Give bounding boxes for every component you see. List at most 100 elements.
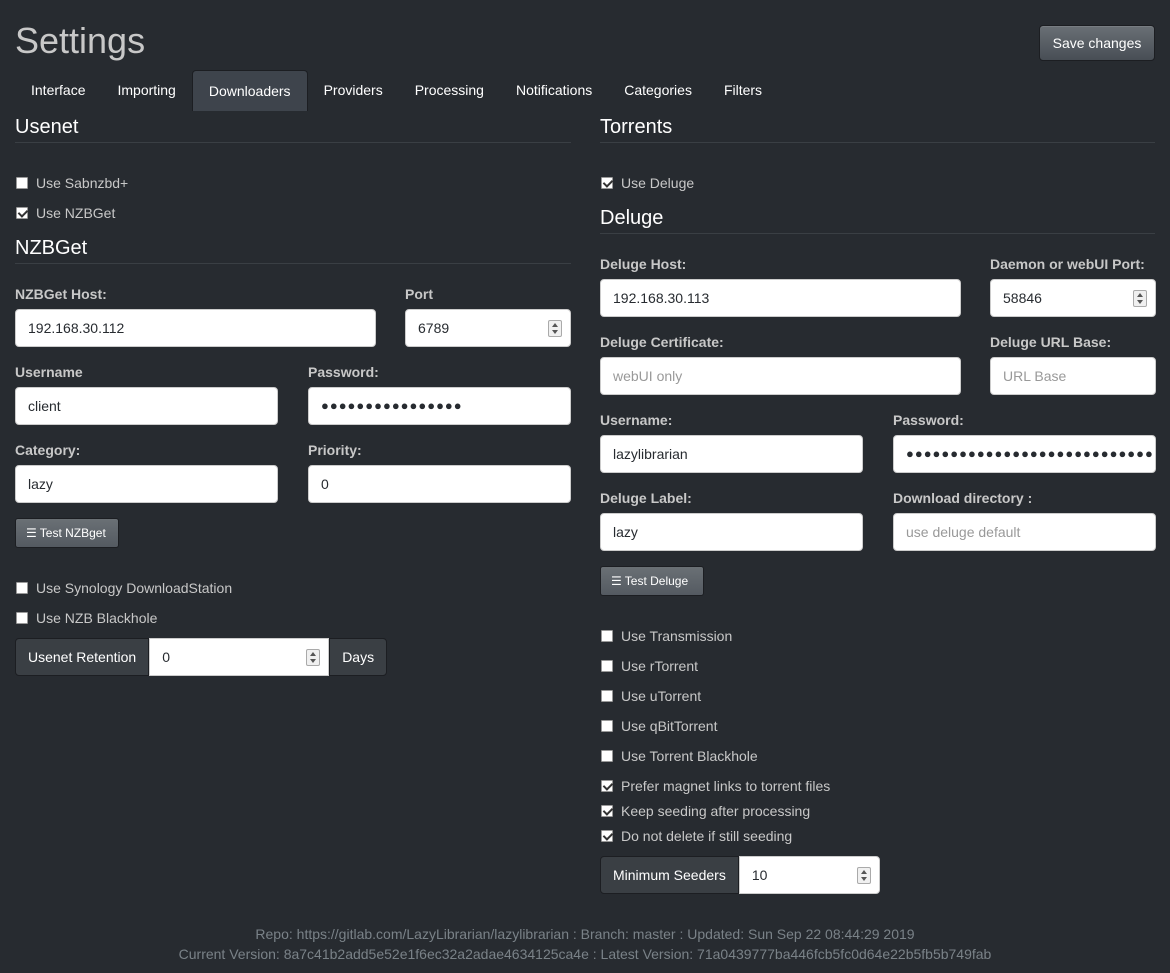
- use-utorrent-label: Use uTorrent: [621, 688, 702, 704]
- tab-notifications[interactable]: Notifications: [500, 70, 608, 111]
- use-deluge-checkbox[interactable]: [601, 177, 613, 189]
- nzbget-password-input[interactable]: ●●●●●●●●●●●●●●●●: [308, 387, 571, 425]
- usenet-retention-label: Usenet Retention: [15, 638, 150, 676]
- nzbget-divider: [15, 263, 571, 264]
- tab-providers[interactable]: Providers: [308, 70, 399, 111]
- list-icon: ☰: [611, 574, 622, 588]
- retention-unit: Days: [329, 638, 388, 676]
- use-utorrent-checkbox[interactable]: [601, 690, 613, 702]
- deluge-port-input[interactable]: 58846: [990, 279, 1156, 317]
- deluge-heading: Deluge: [600, 207, 664, 229]
- keep-seeding-row: Keep seeding after processing: [601, 803, 810, 819]
- use-rtorrent-row: Use rTorrent: [601, 658, 698, 674]
- deluge-divider: [600, 233, 1155, 234]
- usenet-retention-input[interactable]: 0: [149, 638, 330, 676]
- use-nzb-blackhole-label: Use NZB Blackhole: [36, 610, 158, 626]
- minimum-seeders-label: Minimum Seeders: [600, 856, 739, 894]
- nzbget-password-label: Password:: [308, 364, 379, 380]
- footer-repo-info: Repo: https://gitlab.com/LazyLibrarian/l…: [255, 926, 915, 942]
- nzbget-username-label: Username: [15, 364, 83, 380]
- save-changes-button[interactable]: Save changes: [1039, 25, 1155, 61]
- tab-categories[interactable]: Categories: [608, 70, 708, 111]
- use-torrent-blackhole-row: Use Torrent Blackhole: [601, 748, 758, 764]
- deluge-urlbase-label: Deluge URL Base:: [990, 334, 1112, 350]
- deluge-port-value: 58846: [1003, 290, 1042, 306]
- use-deluge-label: Use Deluge: [621, 175, 695, 191]
- minimum-seeders-group: Minimum Seeders 10: [600, 856, 880, 894]
- prefer-magnet-label: Prefer magnet links to torrent files: [621, 778, 831, 794]
- usenet-retention-group: Usenet Retention 0 Days: [15, 638, 388, 676]
- nzbget-heading: NZBGet: [15, 237, 88, 259]
- deluge-username-input[interactable]: lazylibrarian: [600, 435, 863, 473]
- test-deluge-label: Test Deluge: [624, 574, 689, 588]
- download-dir-input[interactable]: use deluge default: [893, 513, 1156, 551]
- test-nzbget-label: Test NZBget: [39, 526, 106, 540]
- nzbget-category-input[interactable]: lazy: [15, 465, 278, 503]
- use-qbittorrent-checkbox[interactable]: [601, 720, 613, 732]
- use-torrent-blackhole-checkbox[interactable]: [601, 750, 613, 762]
- nzbget-host-label: NZBGet Host:: [15, 286, 107, 302]
- test-deluge-button[interactable]: ☰ Test Deluge: [600, 566, 704, 596]
- nzbget-priority-input[interactable]: 0: [308, 465, 571, 503]
- deluge-label-input[interactable]: lazy: [600, 513, 863, 551]
- deluge-cert-label: Deluge Certificate:: [600, 334, 724, 350]
- use-torrent-blackhole-label: Use Torrent Blackhole: [621, 748, 758, 764]
- use-synology-row: Use Synology DownloadStation: [16, 580, 232, 596]
- torrents-divider: [600, 142, 1155, 143]
- list-icon: ☰: [26, 526, 37, 540]
- port-spinner[interactable]: [548, 320, 562, 337]
- deluge-username-label: Username:: [600, 412, 673, 428]
- tab-downloaders[interactable]: Downloaders: [191, 70, 308, 111]
- torrents-heading: Torrents: [600, 116, 673, 138]
- use-deluge-row: Use Deluge: [601, 175, 694, 191]
- minimum-seeders-input[interactable]: 10: [738, 856, 880, 894]
- keep-seeding-checkbox[interactable]: [601, 805, 613, 817]
- use-sabnzbd-row: Use Sabnzbd+: [16, 175, 128, 191]
- use-qbittorrent-row: Use qBitTorrent: [601, 718, 717, 734]
- usenet-divider: [15, 142, 571, 143]
- nzbget-category-label: Category:: [15, 442, 81, 458]
- deluge-label-label: Deluge Label:: [600, 490, 692, 506]
- usenet-retention-value: 0: [162, 649, 170, 665]
- use-sabnzbd-label: Use Sabnzbd+: [36, 175, 129, 191]
- use-transmission-checkbox[interactable]: [601, 630, 613, 642]
- nzbget-port-input[interactable]: 6789: [405, 309, 571, 347]
- no-delete-row: Do not delete if still seeding: [601, 828, 792, 844]
- test-nzbget-button[interactable]: ☰ Test NZBget: [15, 518, 119, 548]
- use-synology-checkbox[interactable]: [16, 582, 28, 594]
- tab-filters[interactable]: Filters: [708, 70, 778, 111]
- no-delete-label: Do not delete if still seeding: [621, 828, 793, 844]
- deluge-urlbase-input[interactable]: URL Base: [990, 357, 1156, 395]
- nzbget-priority-label: Priority:: [308, 442, 362, 458]
- use-nzbget-row: Use NZBGet: [16, 205, 115, 221]
- tab-importing[interactable]: Importing: [101, 70, 191, 111]
- keep-seeding-label: Keep seeding after processing: [621, 803, 811, 819]
- use-rtorrent-checkbox[interactable]: [601, 660, 613, 672]
- nzbget-port-value: 6789: [418, 320, 450, 336]
- no-delete-checkbox[interactable]: [601, 830, 613, 842]
- use-sabnzbd-checkbox[interactable]: [16, 177, 28, 189]
- deluge-port-label: Daemon or webUI Port:: [990, 256, 1145, 272]
- deluge-password-input[interactable]: ●●●●●●●●●●●●●●●●●●●●●●●●●●●●●●: [893, 435, 1156, 473]
- use-rtorrent-label: Use rTorrent: [621, 658, 699, 674]
- use-utorrent-row: Use uTorrent: [601, 688, 701, 704]
- settings-tabs: Interface Importing Downloaders Provider…: [15, 70, 778, 111]
- deluge-cert-input[interactable]: webUI only: [600, 357, 961, 395]
- deluge-port-spinner[interactable]: [1133, 290, 1147, 307]
- tab-processing[interactable]: Processing: [399, 70, 500, 111]
- use-synology-label: Use Synology DownloadStation: [36, 580, 233, 596]
- use-nzbget-checkbox[interactable]: [16, 207, 28, 219]
- nzbget-port-label: Port: [405, 286, 433, 302]
- retention-spinner[interactable]: [306, 649, 321, 666]
- deluge-host-input[interactable]: 192.168.30.113: [600, 279, 961, 317]
- download-dir-label: Download directory :: [893, 490, 1033, 506]
- seeders-spinner[interactable]: [856, 867, 871, 884]
- deluge-password-label: Password:: [893, 412, 964, 428]
- use-nzb-blackhole-checkbox[interactable]: [16, 612, 28, 624]
- prefer-magnet-checkbox[interactable]: [601, 780, 613, 792]
- nzbget-host-input[interactable]: 192.168.30.112: [15, 309, 376, 347]
- nzbget-username-input[interactable]: client: [15, 387, 278, 425]
- tab-interface[interactable]: Interface: [15, 70, 101, 111]
- use-qbittorrent-label: Use qBitTorrent: [621, 718, 718, 734]
- usenet-heading: Usenet: [15, 116, 79, 138]
